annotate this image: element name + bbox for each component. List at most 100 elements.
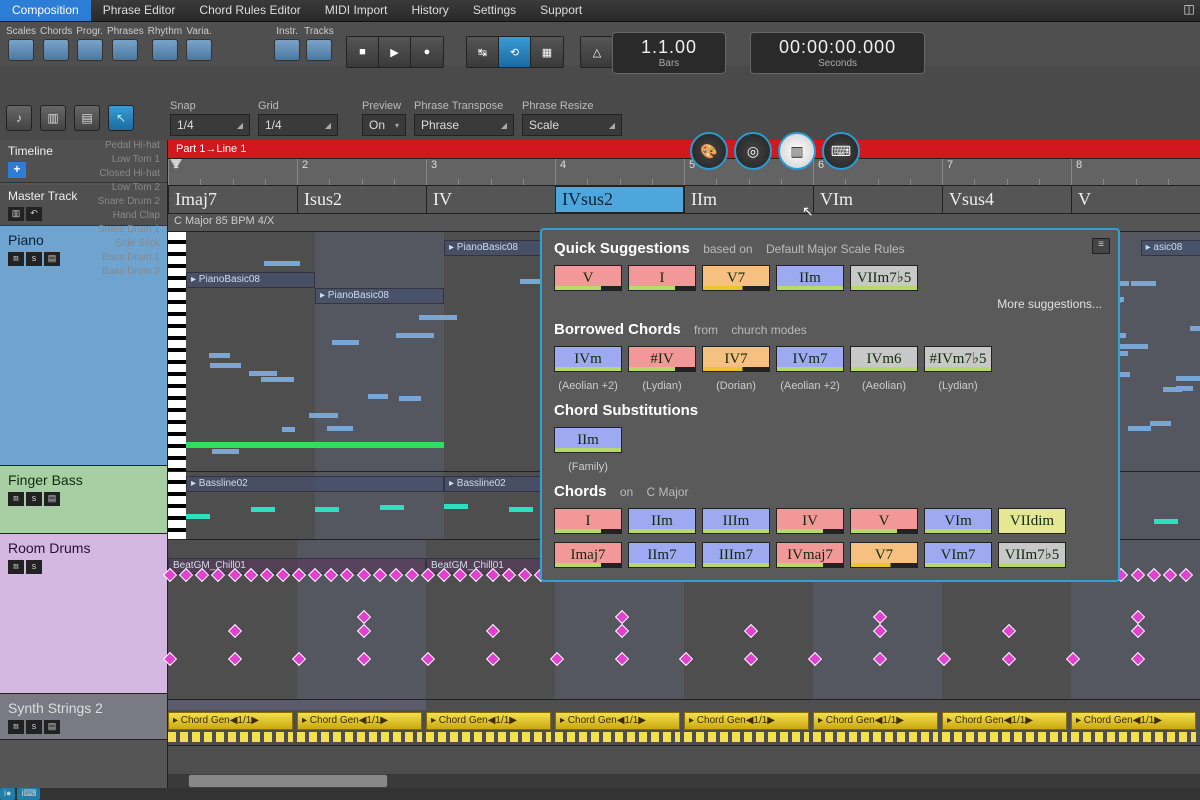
solo-button[interactable]: s: [26, 720, 42, 734]
midi-clip[interactable]: ▸ asic08: [1141, 240, 1200, 256]
snap-select[interactable]: 1/4◢: [170, 114, 250, 136]
track-header-synth[interactable]: Synth Strings 2 ms▤: [0, 694, 167, 740]
browser-tab-phrases[interactable]: Phrases: [107, 26, 144, 61]
bars-time-display[interactable]: 1.1.00 Bars: [612, 32, 726, 74]
chord-suggestion-button[interactable]: VIm: [924, 508, 992, 534]
menu-item-midi-import[interactable]: MIDI Import: [313, 0, 400, 21]
menu-item-composition[interactable]: Composition: [0, 0, 91, 21]
chord-suggestion-button[interactable]: V7: [702, 265, 770, 291]
chordgen-clip[interactable]: ▸ Chord Gen◀1/1▶: [813, 712, 938, 730]
menu-item-chord-rules-editor[interactable]: Chord Rules Editor: [187, 0, 312, 21]
status-info-pill-2[interactable]: i⌨: [17, 788, 40, 800]
browser-tab-scales[interactable]: Scales: [6, 26, 36, 61]
browser-tab-progr[interactable]: Progr.: [76, 26, 103, 61]
palette-piano-icon[interactable]: ▥: [778, 132, 816, 170]
drum-hit[interactable]: [1001, 652, 1015, 666]
view-arrange-button[interactable]: ↖: [108, 105, 134, 131]
chord-suggestion-button[interactable]: VIm7: [924, 542, 992, 568]
chord-suggestion-button[interactable]: IVm6: [850, 346, 918, 372]
menu-item-settings[interactable]: Settings: [461, 0, 528, 21]
chord-suggestion-button[interactable]: IVmaj7: [776, 542, 844, 568]
chord-cell[interactable]: IVsus2: [555, 186, 684, 213]
chord-cell[interactable]: VIm: [813, 186, 942, 213]
palette-paint-icon[interactable]: 🎨: [690, 132, 728, 170]
record-button[interactable]: ●: [411, 37, 443, 67]
midi-clip[interactable]: ▸ Bassline02: [186, 476, 444, 492]
chordgen-clip[interactable]: ▸ Chord Gen◀1/1▶: [684, 712, 809, 730]
chord-suggestion-button[interactable]: VIIm7♭5: [850, 265, 918, 291]
chordgen-clip[interactable]: ▸ Chord Gen◀1/1▶: [1071, 712, 1196, 730]
chord-suggestion-button[interactable]: V: [850, 508, 918, 534]
chord-cell[interactable]: Imaj7: [168, 186, 297, 213]
midi-clip[interactable]: ▸ PianoBasic08: [315, 288, 444, 304]
mute-button[interactable]: m: [8, 252, 24, 266]
browser-tab-chords[interactable]: Chords: [40, 26, 72, 61]
edit-button[interactable]: ▤: [44, 252, 60, 266]
drum-hit[interactable]: [227, 652, 241, 666]
metronome-button[interactable]: △: [581, 37, 613, 67]
browser-tab-instr[interactable]: Instr.: [274, 26, 300, 61]
popup-menu-icon[interactable]: ≡: [1092, 238, 1110, 254]
drum-hit[interactable]: [485, 624, 499, 638]
loop-range-button[interactable]: ↹: [467, 37, 499, 67]
menu-item-history[interactable]: History: [399, 0, 460, 21]
drum-hit[interactable]: [227, 624, 241, 638]
chord-suggestion-button[interactable]: IIIm7: [702, 542, 770, 568]
browser-tab-rhythm[interactable]: Rhythm: [148, 26, 182, 61]
more-suggestions-link[interactable]: More suggestions...: [558, 297, 1102, 311]
part-header-bar[interactable]: Part 1→Line 1: [168, 140, 1200, 158]
chord-suggestion-button[interactable]: VIIdim: [998, 508, 1066, 534]
chordgen-clip[interactable]: ▸ Chord Gen◀1/1▶: [426, 712, 551, 730]
chord-suggestion-button[interactable]: IVm7: [776, 346, 844, 372]
chord-cell[interactable]: Isus2: [297, 186, 426, 213]
chordgen-clip[interactable]: ▸ Chord Gen◀1/1▶: [942, 712, 1067, 730]
palette-dial-icon[interactable]: ◎: [734, 132, 772, 170]
loop-toggle-button[interactable]: ⟲: [499, 37, 531, 67]
chordgen-clip[interactable]: ▸ Chord Gen◀1/1▶: [168, 712, 293, 730]
chordgen-clip[interactable]: ▸ Chord Gen◀1/1▶: [555, 712, 680, 730]
chord-suggestion-button[interactable]: #IV: [628, 346, 696, 372]
browser-tab-varia[interactable]: Varia.: [186, 26, 212, 61]
chord-suggestion-button[interactable]: I: [554, 508, 622, 534]
chord-suggestion-button[interactable]: IIm: [554, 427, 622, 453]
stop-button[interactable]: ■: [347, 37, 379, 67]
midi-clip[interactable]: ▸ PianoBasic08: [186, 272, 315, 288]
chord-cell[interactable]: IIm: [684, 186, 813, 213]
chord-suggestion-button[interactable]: IV7: [702, 346, 770, 372]
chord-suggestion-button[interactable]: V7: [850, 542, 918, 568]
keyboard-button[interactable]: ▥: [8, 207, 24, 221]
chord-suggestion-button[interactable]: V: [554, 265, 622, 291]
track-header-drums[interactable]: Room Drums ms Pedal Hi-hatLow Tom 1Close…: [0, 534, 167, 694]
edit-button[interactable]: ▤: [44, 492, 60, 506]
ruler[interactable]: 12345678: [168, 158, 1200, 186]
mute-button[interactable]: m: [8, 560, 24, 574]
add-timeline-button[interactable]: +: [8, 162, 26, 178]
edit-button[interactable]: ▤: [44, 720, 60, 734]
chord-cell[interactable]: V: [1071, 186, 1200, 213]
chord-suggestion-button[interactable]: VIIm7♭5: [998, 542, 1066, 568]
chord-suggestion-button[interactable]: IV: [776, 508, 844, 534]
view-blocks-button[interactable]: ▥: [40, 105, 66, 131]
chord-suggestion-button[interactable]: IIm: [628, 508, 696, 534]
track-lane-synth[interactable]: ▸ Chord Gen◀1/1▶▸ Chord Gen◀1/1▶▸ Chord …: [168, 700, 1200, 746]
drum-hit[interactable]: [743, 624, 757, 638]
solo-button[interactable]: s: [26, 252, 42, 266]
play-button[interactable]: ▶: [379, 37, 411, 67]
drum-hit[interactable]: [485, 652, 499, 666]
chord-cell[interactable]: IV: [426, 186, 555, 213]
drum-hit[interactable]: [743, 652, 757, 666]
solo-button[interactable]: s: [26, 492, 42, 506]
undo-button[interactable]: ↶: [26, 207, 42, 221]
chord-cell[interactable]: Vsus4: [942, 186, 1071, 213]
chordgen-clip[interactable]: ▸ Chord Gen◀1/1▶: [297, 712, 422, 730]
chord-suggestion-button[interactable]: IIIm: [702, 508, 770, 534]
chord-suggestion-button[interactable]: IIm: [776, 265, 844, 291]
preview-select[interactable]: On▾: [362, 114, 406, 136]
chord-suggestion-button[interactable]: I: [628, 265, 696, 291]
palette-keyboard-icon[interactable]: ⌨: [822, 132, 860, 170]
track-header-bass[interactable]: Finger Bass ms▤: [0, 466, 167, 534]
mute-button[interactable]: m: [8, 720, 24, 734]
browser-tab-tracks[interactable]: Tracks: [304, 26, 334, 61]
menu-item-phrase-editor[interactable]: Phrase Editor: [91, 0, 188, 21]
solo-button[interactable]: s: [26, 560, 42, 574]
